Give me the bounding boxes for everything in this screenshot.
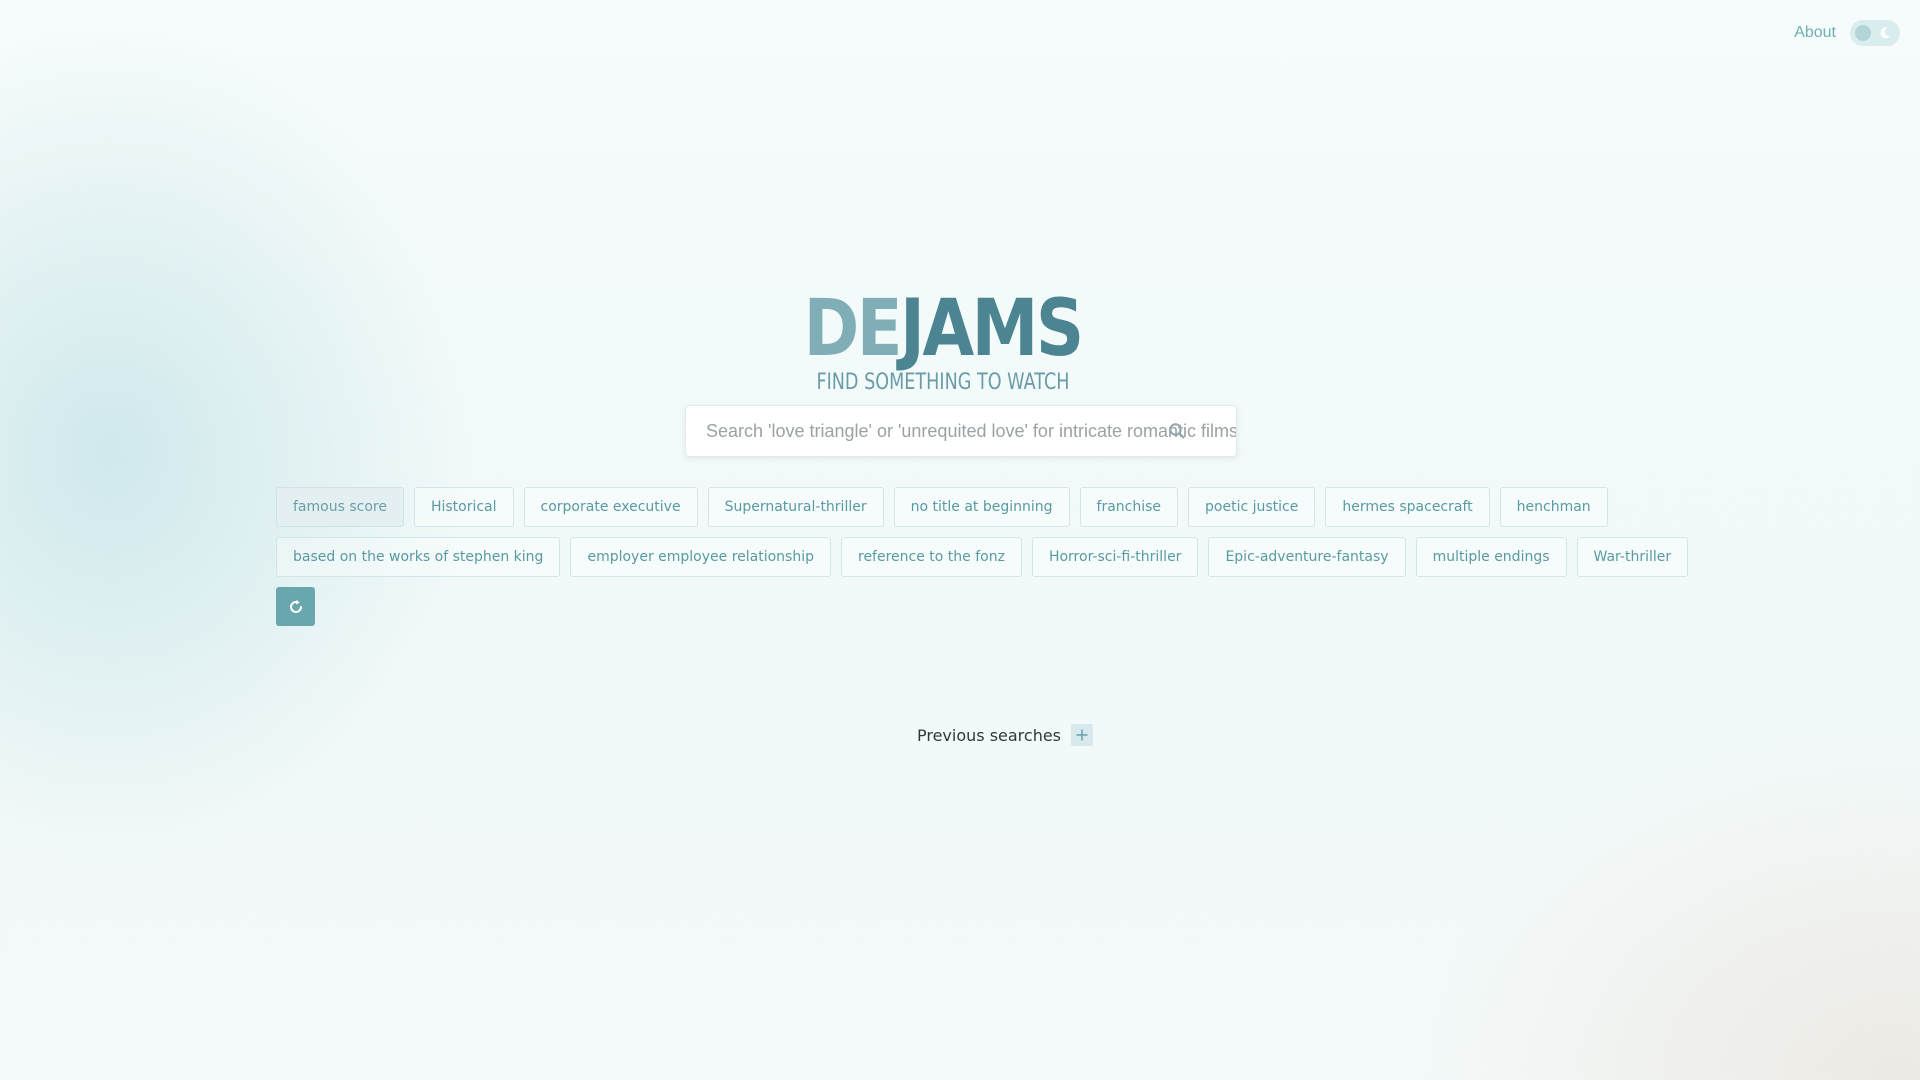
refresh-icon [289, 599, 302, 613]
logo-wordmark: DEJAMS [804, 290, 1085, 368]
tag[interactable]: poetic justice [1188, 487, 1316, 527]
tag[interactable]: Historical [413, 487, 514, 527]
refresh-tags-button[interactable] [276, 587, 315, 626]
toggle-knob [1855, 25, 1871, 41]
expand-previous-searches-button[interactable] [1071, 724, 1094, 746]
tag[interactable]: multiple endings [1415, 537, 1567, 577]
logo-tagline: FIND SOMETHING TO WATCH [816, 370, 1070, 395]
theme-toggle[interactable] [1850, 20, 1900, 46]
tag[interactable]: Epic-adventure-fantasy [1208, 537, 1406, 577]
tag[interactable]: Supernatural-thriller [707, 487, 884, 527]
tag[interactable]: employer employee relationship [570, 537, 831, 577]
tag[interactable]: hermes spacecraft [1325, 487, 1490, 527]
tag[interactable]: no title at beginning [893, 487, 1070, 527]
previous-searches: Previous searches [0, 724, 1920, 746]
search-box [685, 405, 1237, 457]
tag-row-2: based on the works of stephen king emplo… [276, 537, 1689, 577]
search-icon[interactable] [1168, 422, 1186, 440]
logo: DEJAMS FIND SOMETHING TO WATCH [0, 290, 1886, 395]
tag-row-1: famous score Historical corporate execut… [276, 487, 1656, 527]
logo-part-de: DE [804, 284, 903, 374]
moon-icon [1880, 27, 1891, 39]
tag[interactable]: franchise [1079, 487, 1179, 527]
tag[interactable]: henchman [1499, 487, 1608, 527]
tag[interactable]: reference to the fonz [841, 537, 1022, 577]
tag[interactable]: corporate executive [523, 487, 698, 527]
tag[interactable]: Horror-sci-fi-thriller [1031, 537, 1199, 577]
suggestion-tags: famous score Historical corporate execut… [276, 487, 1689, 626]
plus-icon [1076, 729, 1088, 741]
top-nav: About [1794, 20, 1900, 46]
tag[interactable]: War-thriller [1576, 537, 1689, 577]
logo-part-jams: JAMS [900, 284, 1084, 374]
tag[interactable]: famous score [276, 487, 404, 527]
tag[interactable]: based on the works of stephen king [276, 537, 561, 577]
about-link[interactable]: About [1794, 24, 1836, 42]
previous-searches-label: Previous searches [916, 725, 1062, 745]
search-input[interactable] [686, 406, 1236, 456]
